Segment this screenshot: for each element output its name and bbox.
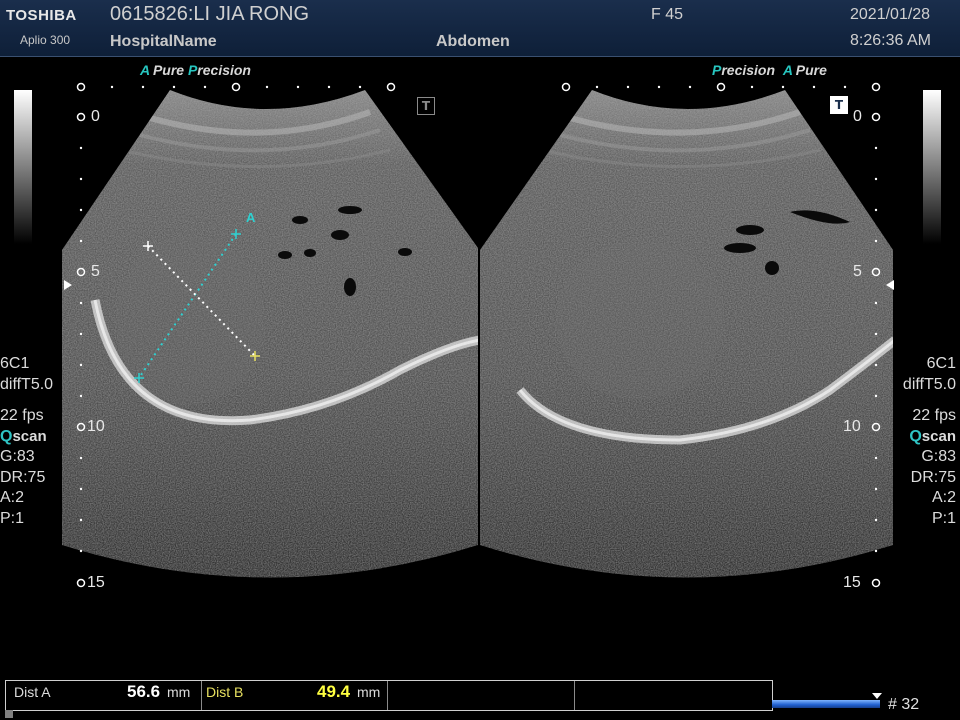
mode-label: diffT5.0: [902, 375, 956, 393]
caliper-a-label: A: [246, 210, 256, 225]
dynamic-range-value: DR:75: [0, 468, 46, 486]
empty-measurement-cell: [575, 681, 771, 710]
dist-a-label: Dist A: [14, 684, 51, 700]
cine-start-handle-icon[interactable]: [5, 710, 13, 718]
dist-a-unit: mm: [167, 684, 191, 700]
cine-progress-bar[interactable]: [772, 700, 880, 708]
left-grayscale-bar: [14, 90, 32, 244]
ultrasound-image-area: [62, 82, 894, 588]
a-value: A:2: [0, 489, 25, 506]
dynamic-range-value: DR:75: [910, 468, 956, 486]
gain-value: G:83: [921, 448, 956, 465]
probe-label: 6C1: [926, 355, 956, 372]
gain-value: G:83: [0, 448, 35, 465]
depth-label-0-right: 0: [853, 108, 862, 125]
right-t-marker-icon[interactable]: T: [830, 96, 848, 114]
depth-label-10-right: 10: [843, 418, 861, 435]
depth-label-15-left: 15: [87, 574, 105, 591]
left-parameter-panel: 6C1 diffT5.0 22 fps Qscan G:83 DR:75 A:2…: [0, 354, 53, 529]
depth-label-0-left: 0: [91, 108, 100, 125]
dist-b-value: 49.4: [317, 682, 351, 701]
mode-label: diffT5.0: [0, 375, 54, 393]
measurement-results-box: Dist A 56.6 mm Dist B 49.4 mm: [5, 680, 773, 711]
right-brand-label: Precision A Pure: [712, 62, 827, 78]
dist-b-cell: Dist B 49.4 mm: [202, 681, 388, 710]
cine-frame-count: # 32: [888, 696, 920, 713]
dist-a-value: 56.6: [127, 682, 161, 701]
empty-measurement-cell: [388, 681, 575, 710]
right-parameter-panel: 6C1 diffT5.0 22 fps Qscan G:83 DR:75 A:2…: [903, 354, 956, 529]
depth-label-5-right: 5: [853, 263, 862, 280]
dist-a-cell: Dist A 56.6 mm: [6, 681, 202, 710]
depth-label-10-left: 10: [87, 418, 105, 435]
frame-rate: 22 fps: [912, 407, 956, 424]
right-grayscale-bar: [923, 90, 941, 244]
left-brand-label: A Pure Precision: [140, 62, 251, 78]
cine-position-marker-icon[interactable]: [872, 693, 882, 699]
p-value: P:1: [0, 509, 25, 527]
p-value: P:1: [931, 509, 956, 527]
dist-b-label: Dist B: [206, 684, 244, 700]
probe-label: 6C1: [0, 355, 30, 372]
right-image-sector: [480, 90, 893, 578]
dist-b-unit: mm: [357, 684, 381, 700]
qscan-label: Qscan: [0, 427, 47, 445]
left-image-sector: [62, 90, 478, 578]
depth-label-5-left: 5: [91, 263, 100, 280]
left-t-marker-icon[interactable]: T: [417, 97, 435, 115]
frame-rate: 22 fps: [0, 407, 44, 424]
a-value: A:2: [931, 489, 956, 506]
qscan-label: Qscan: [909, 427, 956, 445]
depth-label-15-right: 15: [843, 574, 861, 591]
